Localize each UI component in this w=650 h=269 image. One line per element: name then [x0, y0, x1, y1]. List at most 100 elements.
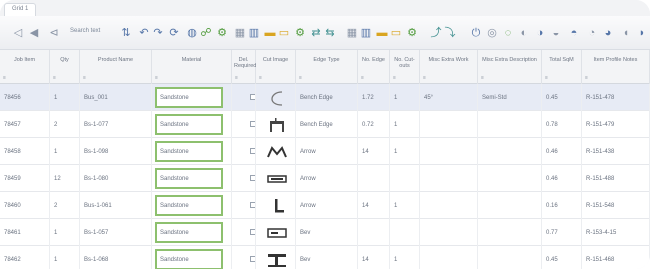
- column-header[interactable]: Misc Extra Description ≡: [478, 50, 542, 84]
- cell-product-name[interactable]: Bs-1-098: [80, 138, 152, 165]
- column-filter-icon[interactable]: ≡: [3, 75, 6, 81]
- cell-misc-extra-description[interactable]: [478, 192, 542, 219]
- material-combo[interactable]: Sandstone: [155, 114, 223, 135]
- column-header[interactable]: Cut Image ≡: [256, 50, 296, 84]
- cell-edge-type[interactable]: Bev: [296, 219, 358, 246]
- toolbar-extra-icon[interactable]: ◓: [566, 25, 582, 41]
- toolbar-extra-icon[interactable]: ◗: [634, 25, 650, 41]
- cell-cut-image[interactable]: [256, 192, 296, 219]
- search-text[interactable]: Search text: [70, 28, 100, 34]
- cell-cut-image[interactable]: [256, 111, 296, 138]
- column-header[interactable]: No. Edge ≡: [358, 50, 390, 84]
- cell-product-name[interactable]: Bs-1-057: [80, 219, 152, 246]
- cell-total-sqm[interactable]: 0.45: [542, 246, 582, 269]
- first-record-icon[interactable]: ◁: [10, 25, 26, 41]
- cell-total-sqm[interactable]: 0.77: [542, 219, 582, 246]
- cell-del-required[interactable]: [232, 219, 256, 246]
- cell-edge-type[interactable]: Arrow: [296, 192, 358, 219]
- cell-product-name[interactable]: Bus_001: [80, 84, 152, 111]
- power-icon[interactable]: ⏻: [468, 25, 484, 41]
- table-row[interactable]: 78458 1 Bs-1-098 Sandstone Arrow 14 1 0.46 R-151…: [0, 138, 650, 165]
- cell-no-edge[interactable]: [358, 165, 390, 192]
- cell-product-name[interactable]: Bs-1-068: [80, 246, 152, 269]
- cell-cut-image[interactable]: [256, 246, 296, 269]
- cell-qty[interactable]: 1: [50, 246, 80, 269]
- table-row[interactable]: 78461 1 Bs-1-057 Sandstone Bev 0.77 R-153-4-15: [0, 219, 650, 246]
- info-icon[interactable]: ◌: [500, 25, 516, 41]
- cell-product-name[interactable]: Bus-1-061: [80, 192, 152, 219]
- cell-misc-extra-description[interactable]: Semi-Std: [478, 84, 542, 111]
- cell-total-sqm[interactable]: 0.78: [542, 111, 582, 138]
- cell-product-name[interactable]: Bs-1-077: [80, 111, 152, 138]
- filter-icon[interactable]: ⊲: [46, 25, 62, 41]
- cell-item-profile-notes[interactable]: R-151-438: [582, 138, 650, 165]
- table-row[interactable]: 78456 1 Bus_001 Sandstone Bench Edge 1.72 1 45°…: [0, 84, 650, 111]
- cell-misc-extra-work[interactable]: [420, 192, 478, 219]
- toolbar-extra-icon[interactable]: ◑: [532, 25, 548, 41]
- cell-job-item[interactable]: 78462: [0, 246, 50, 269]
- cell-job-item[interactable]: 78458: [0, 138, 50, 165]
- cell-edge-type[interactable]: Arrow: [296, 138, 358, 165]
- cell-edge-type[interactable]: Bench Edge: [296, 111, 358, 138]
- cell-item-profile-notes[interactable]: R-151-468: [582, 246, 650, 269]
- cell-del-required[interactable]: [232, 165, 256, 192]
- cell-total-sqm[interactable]: 0.16: [542, 192, 582, 219]
- cell-item-profile-notes[interactable]: R-151-479: [582, 111, 650, 138]
- cell-del-required[interactable]: [232, 84, 256, 111]
- cell-total-sqm[interactable]: 0.46: [542, 165, 582, 192]
- cell-job-item[interactable]: 78459: [0, 165, 50, 192]
- cell-material[interactable]: Sandstone: [152, 192, 232, 219]
- material-combo[interactable]: Sandstone: [155, 249, 223, 269]
- cell-no-cutouts[interactable]: [390, 165, 420, 192]
- cell-no-edge[interactable]: 14: [358, 192, 390, 219]
- material-combo[interactable]: Sandstone: [155, 141, 223, 162]
- cell-no-cutouts[interactable]: 1: [390, 111, 420, 138]
- cell-no-cutouts[interactable]: 1: [390, 84, 420, 111]
- cell-material[interactable]: Sandstone: [152, 84, 232, 111]
- cell-cut-image[interactable]: [256, 84, 296, 111]
- gear-icon[interactable]: ⚙: [292, 25, 308, 41]
- cell-no-edge[interactable]: 14: [358, 246, 390, 269]
- toolbar-extra-icon[interactable]: ◒: [548, 25, 564, 41]
- cell-no-cutouts[interactable]: [390, 219, 420, 246]
- cell-del-required[interactable]: [232, 138, 256, 165]
- cell-del-required[interactable]: [232, 192, 256, 219]
- cell-product-name[interactable]: Bs-1-080: [80, 165, 152, 192]
- cell-job-item[interactable]: 78461: [0, 219, 50, 246]
- toolbar-extra-icon[interactable]: ◖: [618, 25, 634, 41]
- column-filter-icon[interactable]: ≡: [259, 75, 262, 81]
- cell-cut-image[interactable]: [256, 165, 296, 192]
- settings-icon[interactable]: ⚙: [214, 25, 230, 41]
- cell-misc-extra-work[interactable]: 45°: [420, 84, 478, 111]
- cell-edge-type[interactable]: Bev: [296, 246, 358, 269]
- cell-job-item[interactable]: 78456: [0, 84, 50, 111]
- cell-cut-image[interactable]: [256, 138, 296, 165]
- cell-misc-extra-work[interactable]: [420, 138, 478, 165]
- cell-item-profile-notes[interactable]: R-151-478: [582, 84, 650, 111]
- cell-no-edge[interactable]: 14: [358, 138, 390, 165]
- columns-alt-icon[interactable]: ▥: [358, 25, 374, 41]
- cell-job-item[interactable]: 78457: [0, 111, 50, 138]
- tab-grid[interactable]: Grid 1: [4, 3, 37, 16]
- column-header[interactable]: Edge Type ≡: [296, 50, 358, 84]
- column-filter-icon[interactable]: ≡: [423, 75, 426, 81]
- cell-misc-extra-work[interactable]: [420, 246, 478, 269]
- column-filter-icon[interactable]: ≡: [585, 75, 588, 81]
- cell-misc-extra-description[interactable]: [478, 138, 542, 165]
- cell-qty[interactable]: 1: [50, 138, 80, 165]
- cell-total-sqm[interactable]: 0.46: [542, 138, 582, 165]
- cell-qty[interactable]: 1: [50, 219, 80, 246]
- cell-cut-image[interactable]: [256, 219, 296, 246]
- table-row[interactable]: 78460 2 Bus-1-061 Sandstone Arrow 14 1 0.16 R-15…: [0, 192, 650, 219]
- cell-no-edge[interactable]: 0.72: [358, 111, 390, 138]
- column-header[interactable]: Del. Required ≡: [232, 50, 256, 84]
- column-header[interactable]: Product Name ≡: [80, 50, 152, 84]
- column-filter-icon[interactable]: ≡: [299, 75, 302, 81]
- cell-misc-extra-description[interactable]: [478, 219, 542, 246]
- column-header[interactable]: Total SqM ≡: [542, 50, 582, 84]
- refresh-icon[interactable]: ⟳: [166, 25, 182, 41]
- forward-icon[interactable]: ↷: [150, 25, 166, 41]
- cell-qty[interactable]: 2: [50, 111, 80, 138]
- cell-del-required[interactable]: [232, 246, 256, 269]
- gear-alt-icon[interactable]: ⚙: [404, 25, 420, 41]
